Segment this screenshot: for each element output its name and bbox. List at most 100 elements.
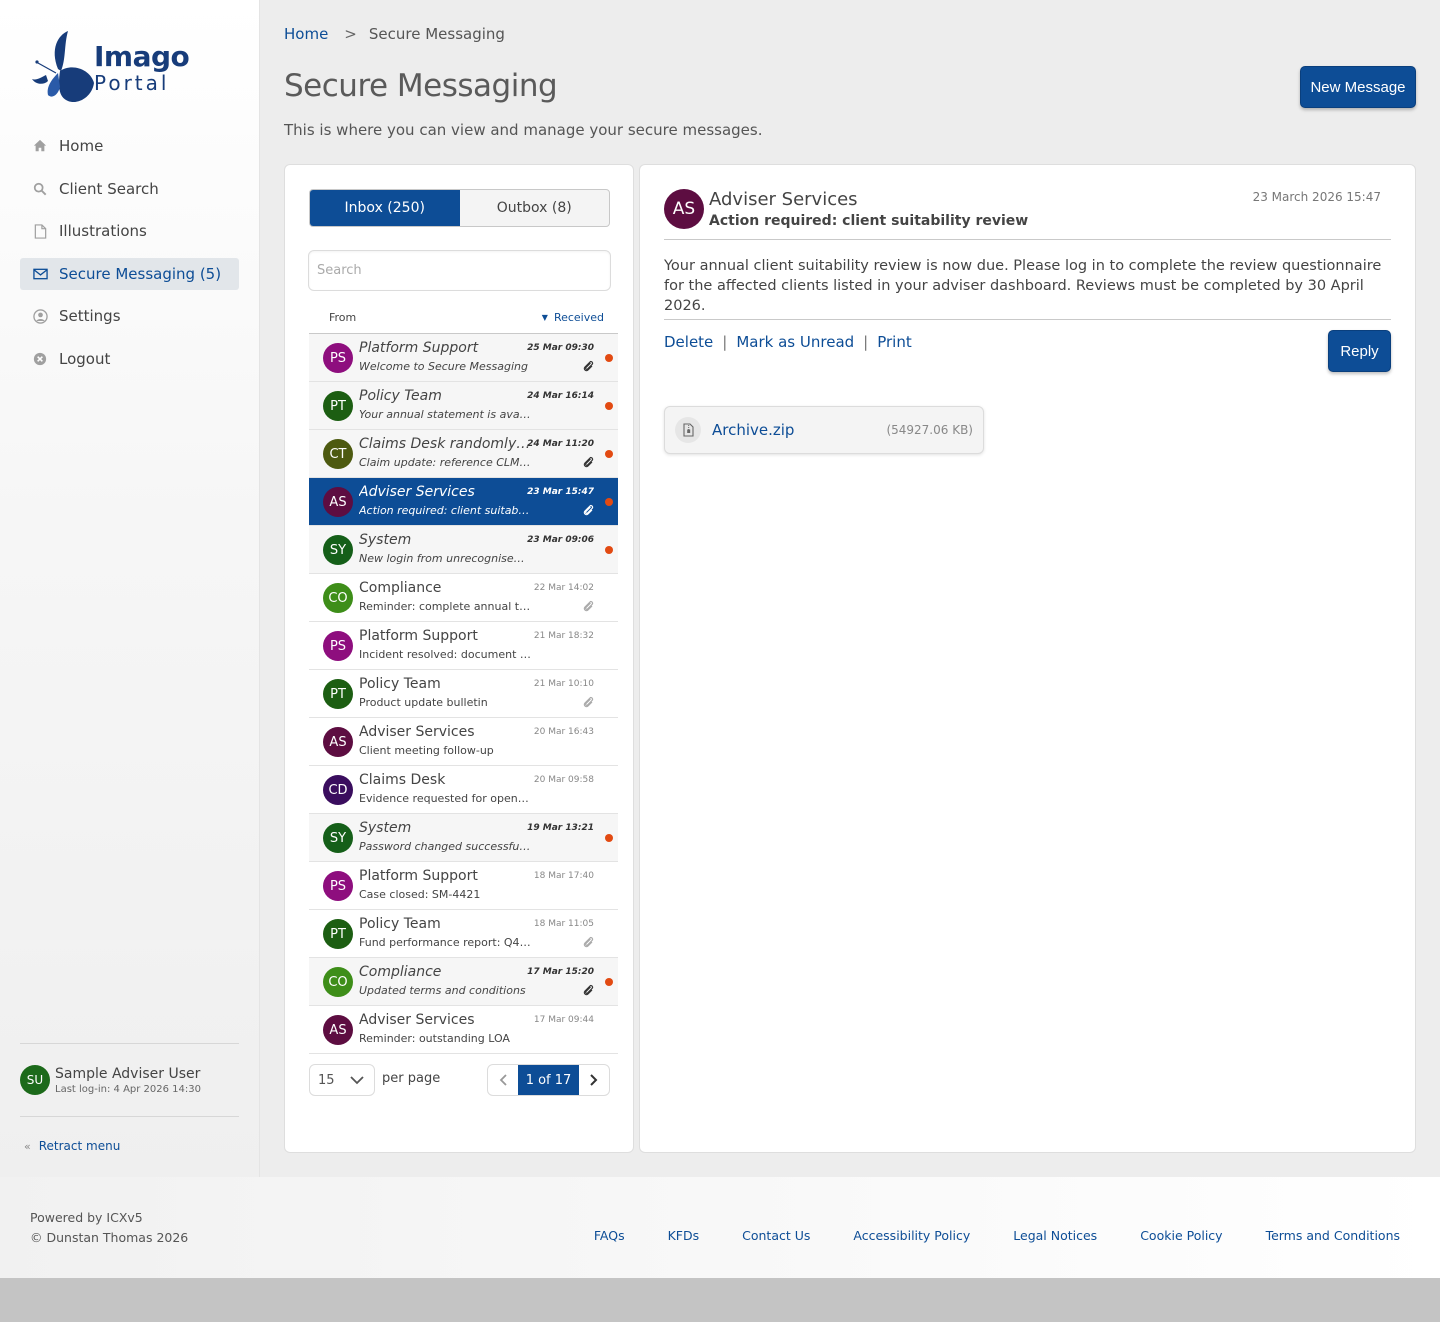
sidebar-item-illustrations[interactable]: Illustrations — [20, 215, 239, 247]
close-circle-icon — [32, 351, 48, 367]
message-subject: Your annual statement is available — [359, 408, 531, 421]
attachment-chip[interactable]: Archive.zip (54927.06 KB) — [664, 406, 984, 454]
next-page-button[interactable] — [579, 1065, 609, 1095]
sender-avatar: CD — [323, 775, 353, 805]
previous-page-button[interactable] — [488, 1065, 518, 1095]
sidebar-item-secure-messaging[interactable]: Secure Messaging (5) — [20, 257, 239, 290]
sidebar-item-label: Home — [59, 137, 104, 155]
message-row[interactable]: CT Claims Desk randomly long text Claim up… — [309, 430, 618, 478]
column-from[interactable]: From — [329, 311, 356, 324]
attachment-name: Archive.zip — [712, 421, 795, 439]
sort-down-icon: ▼ — [541, 313, 548, 322]
message-date: 22 Mar 14:02 — [533, 583, 594, 593]
message-row[interactable]: PS Platform Support Welcome to Secure Mess… — [309, 334, 618, 382]
page-size-value: 15 — [318, 1072, 335, 1088]
message-date: 21 Mar 10:10 — [533, 679, 594, 689]
message-row[interactable]: PT Policy Team Fund performance report: Q4… — [309, 910, 618, 958]
breadcrumb-home-link[interactable]: Home — [284, 25, 328, 43]
user-name: Sample Adviser User — [55, 1065, 201, 1082]
message-subject: Fund performance report: Q4 2025 — [359, 936, 531, 949]
message-row[interactable]: AS Adviser Services Reminder: outstanding … — [309, 1006, 618, 1054]
message-subject: Updated terms and conditions — [359, 984, 526, 997]
reply-button[interactable]: Reply — [1328, 330, 1391, 372]
message-subject: Action required: client suitability revi… — [359, 504, 531, 517]
mark-as-unread-link[interactable]: Mark as Unread — [736, 333, 854, 351]
message-sender: Compliance — [359, 964, 442, 980]
message-subject: Password changed successfully — [359, 840, 531, 853]
sidebar-item-logout[interactable]: Logout — [20, 343, 239, 375]
message-sender: Adviser Services — [359, 484, 475, 500]
footer-links: FAQs KFDs Contact Us Accessibility Polic… — [551, 1228, 1400, 1243]
paperclip-icon — [582, 358, 594, 372]
sender-avatar: CO — [323, 967, 353, 997]
message-row[interactable]: AS Adviser Services Client meeting follow-… — [309, 718, 618, 766]
footer-link-contact-us[interactable]: Contact Us — [742, 1228, 810, 1243]
message-sender: Policy Team — [359, 916, 441, 932]
message-sender: Platform Support — [359, 628, 478, 644]
sidebar-item-settings[interactable]: Settings — [20, 300, 239, 332]
message-row[interactable]: SY System Password changed successfully 19 … — [309, 814, 618, 862]
message-sender: Adviser Services — [359, 1012, 475, 1028]
message-row[interactable]: PS Platform Support Case closed: SM-4421 18… — [309, 862, 618, 910]
footer-link-cookie-policy[interactable]: Cookie Policy — [1140, 1228, 1222, 1243]
paperclip-icon — [582, 934, 594, 948]
logo-subtitle: Portal — [94, 71, 170, 95]
logo[interactable]: Imago Portal — [28, 28, 198, 108]
message-row[interactable]: AS Adviser Services Action required: clien… — [309, 478, 618, 526]
message-date: 25 Mar 09:30 — [527, 343, 594, 353]
message-date: 23 March 2026 15:47 — [1252, 190, 1381, 204]
paperclip-icon — [582, 694, 594, 708]
message-row[interactable]: SY System New login from unrecognised devi… — [309, 526, 618, 574]
retract-menu-button[interactable]: « Retract menu — [24, 1139, 120, 1153]
page-description: This is where you can view and manage yo… — [284, 121, 763, 139]
footer-link-kfds[interactable]: KFDs — [668, 1228, 700, 1243]
footer-link-faqs[interactable]: FAQs — [594, 1228, 625, 1243]
page-size-select[interactable]: 15 — [309, 1064, 375, 1096]
paperclip-icon — [582, 502, 594, 516]
message-sender: Claims Desk — [359, 772, 446, 788]
unread-dot-icon — [605, 978, 613, 986]
footer-link-terms-and-conditions[interactable]: Terms and Conditions — [1266, 1228, 1400, 1243]
tab-outbox[interactable]: Outbox (8) — [460, 190, 610, 226]
user-avatar: SU — [20, 1065, 50, 1095]
message-date: 19 Mar 13:21 — [527, 823, 594, 833]
print-link[interactable]: Print — [877, 333, 912, 351]
message-row[interactable]: CD Claims Desk Evidence requested for open… — [309, 766, 618, 814]
unread-dot-icon — [605, 354, 613, 362]
sender-avatar: AS — [323, 1015, 353, 1045]
sender-avatar: PS — [323, 343, 353, 373]
sidebar-item-home[interactable]: Home — [20, 130, 239, 162]
message-date: 24 Mar 11:20 — [527, 439, 594, 449]
delete-link[interactable]: Delete — [664, 333, 713, 351]
unread-dot-icon — [605, 834, 613, 842]
sidebar-nav: Home Client Search Illustrations Secure … — [20, 130, 239, 386]
footer-link-accessibility-policy[interactable]: Accessibility Policy — [853, 1228, 970, 1243]
message-row[interactable]: PT Policy Team Your annual statement is av… — [309, 382, 618, 430]
breadcrumb-current: Secure Messaging — [368, 25, 505, 43]
message-sender: Claims Desk randomly long text — [359, 436, 531, 452]
message-date: 17 Mar 09:44 — [533, 1015, 594, 1025]
sender-avatar: AS — [323, 727, 353, 757]
message-row[interactable]: PT Policy Team Product update bulletin 21 M… — [309, 670, 618, 718]
column-received-sort[interactable]: ▼ Received — [542, 311, 604, 324]
paperclip-icon — [582, 454, 594, 468]
message-sender: System — [359, 820, 412, 836]
message-row[interactable]: CO Compliance Updated terms and conditions… — [309, 958, 618, 1006]
message-date: 18 Mar 11:05 — [533, 919, 594, 929]
sidebar-item-label: Logout — [59, 349, 111, 368]
message-row[interactable]: CO Compliance Reminder: complete annual tr… — [309, 574, 618, 622]
sender-avatar: CO — [323, 583, 353, 613]
list-header: From ▼ Received — [309, 302, 618, 334]
message-row[interactable]: PS Platform Support Incident resolved: doc… — [309, 622, 618, 670]
document-icon — [32, 223, 48, 239]
search-icon — [32, 181, 48, 197]
search-input[interactable] — [308, 250, 611, 291]
sender-avatar: PT — [323, 679, 353, 709]
tab-inbox[interactable]: Inbox (250) — [310, 190, 460, 226]
retract-menu-label: Retract menu — [38, 1139, 121, 1153]
message-date: 20 Mar 16:43 — [533, 727, 594, 737]
new-message-button[interactable]: New Message — [1300, 66, 1416, 108]
sidebar-item-client-search[interactable]: Client Search — [20, 173, 239, 205]
attachment-size: (54927.06 KB) — [886, 423, 973, 437]
footer-link-legal-notices[interactable]: Legal Notices — [1013, 1228, 1097, 1243]
